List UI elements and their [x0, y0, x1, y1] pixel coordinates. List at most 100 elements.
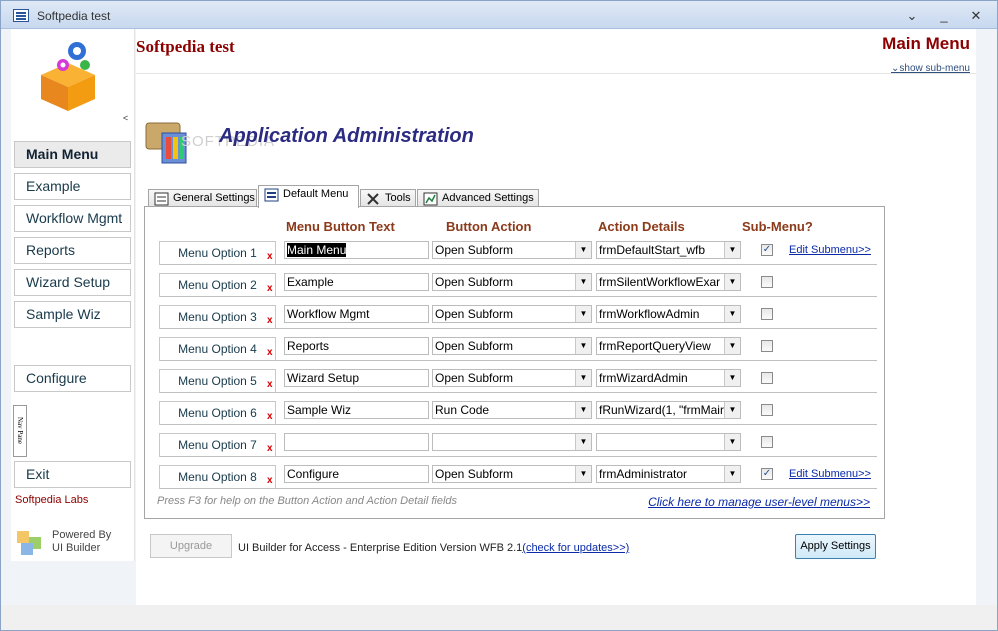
upgrade-button[interactable]: Upgrade [150, 534, 232, 558]
sub-menu-checkbox[interactable]: ✓ [761, 244, 773, 256]
dropdown-arrow-icon[interactable]: ▼ [575, 306, 591, 322]
dropdown-arrow-icon[interactable]: ▼ [575, 402, 591, 418]
action-details-select[interactable]: frmWorkflowAdmin ▼ [596, 305, 741, 323]
dropdown-arrow-icon[interactable]: ▼ [575, 466, 591, 482]
sub-menu-checkbox[interactable] [761, 372, 773, 384]
action-details-select[interactable]: frmSilentWorkflowExar ▼ [596, 273, 741, 291]
dropdown-arrow-icon[interactable]: ▼ [575, 338, 591, 354]
menu-option-2-button[interactable]: Menu Option 2 [159, 273, 276, 297]
apply-settings-button[interactable]: Apply Settings [795, 534, 876, 559]
button-action-select[interactable]: Open Subform ▼ [432, 241, 592, 259]
tab-default-menu[interactable]: Default Menu [258, 185, 359, 208]
button-text-input[interactable]: Wizard Setup [284, 369, 429, 387]
default-menu-panel: Menu Button Text Button Action Action De… [144, 206, 885, 519]
nav-sample-wiz-button[interactable]: Sample Wiz [14, 301, 131, 328]
button-action-select[interactable]: Open Subform ▼ [432, 369, 592, 387]
nav-example-button[interactable]: Example [14, 173, 131, 200]
button-text-input[interactable]: Workflow Mgmt [284, 305, 429, 323]
nav-configure-button[interactable]: Configure [14, 365, 131, 392]
edit-submenu-link[interactable]: Edit Submenu>> [789, 468, 871, 480]
dropdown-arrow-icon[interactable]: ▼ [575, 274, 591, 290]
advanced-chart-icon [423, 192, 438, 206]
delete-icon[interactable]: x [267, 315, 273, 326]
delete-icon[interactable]: x [267, 379, 273, 390]
menu-option-row: Menu Option 8 x Configure Open Subform ▼ … [159, 462, 877, 489]
button-text-input[interactable]: Sample Wiz [284, 401, 429, 419]
nav-workflow-mgmt-button[interactable]: Workflow Mgmt [14, 205, 131, 232]
column-header-action-details: Action Details [598, 219, 685, 234]
dropdown-arrow-icon[interactable]: ▼ [575, 434, 591, 450]
menu-option-4-button[interactable]: Menu Option 4 [159, 337, 276, 361]
delete-icon[interactable]: x [267, 251, 273, 262]
page-title: Main Menu [882, 34, 970, 53]
minimize-icon[interactable]: _ [933, 7, 955, 25]
button-action-select[interactable]: ▼ [432, 433, 592, 451]
dropdown-arrow-icon[interactable]: ▼ [575, 242, 591, 258]
sub-menu-checkbox[interactable] [761, 276, 773, 288]
powered-by-badge[interactable]: Powered By UI Builder [15, 525, 133, 563]
menu-form-icon [264, 188, 279, 202]
button-action-select[interactable]: Open Subform ▼ [432, 465, 592, 483]
button-text-input[interactable]: Configure [284, 465, 429, 483]
delete-icon[interactable]: x [267, 347, 273, 358]
nav-pane-toggle[interactable]: Nav Pane [13, 405, 27, 457]
menu-option-1-button[interactable]: Menu Option 1 [159, 241, 276, 265]
dropdown-arrow-icon[interactable]: ▼ [724, 242, 740, 258]
menu-option-row: Menu Option 4 x Reports Open Subform ▼ fr… [159, 334, 877, 361]
button-action-select[interactable]: Run Code ▼ [432, 401, 592, 419]
column-header-sub-menu: Sub-Menu? [742, 219, 813, 234]
dropdown-arrow-icon[interactable]: ▼ [724, 434, 740, 450]
sub-menu-checkbox[interactable] [761, 436, 773, 448]
nav-main-menu-button[interactable]: Main Menu [14, 141, 131, 168]
dropdown-arrow-icon[interactable]: ▼ [724, 306, 740, 322]
close-icon[interactable]: ✕ [965, 7, 987, 25]
action-details-select[interactable]: frmWizardAdmin ▼ [596, 369, 741, 387]
sub-menu-checkbox[interactable] [761, 308, 773, 320]
menu-option-8-button[interactable]: Menu Option 8 [159, 465, 276, 489]
sub-menu-checkbox[interactable] [761, 404, 773, 416]
labs-label: Softpedia Labs [15, 494, 89, 506]
menu-option-7-button[interactable]: Menu Option 7 [159, 433, 276, 457]
button-action-select[interactable]: Open Subform ▼ [432, 337, 592, 355]
gear-box-logo-icon [41, 42, 95, 111]
nav-reports-button[interactable]: Reports [14, 237, 131, 264]
button-text-input[interactable]: Example [284, 273, 429, 291]
menu-option-5-button[interactable]: Menu Option 5 [159, 369, 276, 393]
check-updates-link[interactable]: (check for updates>>) [522, 542, 629, 554]
dropdown-arrow-icon[interactable]: ▼ [724, 466, 740, 482]
button-text-input[interactable] [284, 433, 429, 451]
manage-user-menus-link[interactable]: Click here to manage user-level menus>> [648, 495, 870, 509]
menu-option-3-button[interactable]: Menu Option 3 [159, 305, 276, 329]
menu-option-row: Menu Option 3 x Workflow Mgmt Open Subfo… [159, 302, 877, 329]
restore-icon[interactable]: ⌄ [901, 7, 923, 25]
button-action-select[interactable]: Open Subform ▼ [432, 305, 592, 323]
delete-icon[interactable]: x [267, 411, 273, 422]
delete-icon[interactable]: x [267, 475, 273, 486]
button-text-input[interactable]: Reports [284, 337, 429, 355]
menu-option-6-button[interactable]: Menu Option 6 [159, 401, 276, 425]
action-details-select[interactable]: ▼ [596, 433, 741, 451]
dropdown-arrow-icon[interactable]: ▼ [724, 338, 740, 354]
delete-icon[interactable]: x [267, 283, 273, 294]
edit-submenu-link[interactable]: Edit Submenu>> [789, 244, 871, 256]
button-text-input[interactable]: Main Menu [284, 241, 429, 259]
action-details-select[interactable]: frmDefaultStart_wfb ▼ [596, 241, 741, 259]
action-details-select[interactable]: frmReportQueryView ▼ [596, 337, 741, 355]
sub-menu-checkbox[interactable] [761, 340, 773, 352]
action-details-select[interactable]: frmAdministrator ▼ [596, 465, 741, 483]
sub-menu-checkbox[interactable]: ✓ [761, 468, 773, 480]
version-text: UI Builder for Access - Enterprise Editi… [238, 542, 523, 554]
nav-wizard-setup-button[interactable]: Wizard Setup [14, 269, 131, 296]
button-action-select[interactable]: Open Subform ▼ [432, 273, 592, 291]
dropdown-arrow-icon[interactable]: ▼ [575, 370, 591, 386]
dropdown-arrow-icon[interactable]: ▼ [724, 402, 740, 418]
nav-exit-button[interactable]: Exit [14, 461, 131, 488]
collapse-arrow-icon[interactable]: < [123, 113, 128, 123]
dropdown-arrow-icon[interactable]: ▼ [724, 274, 740, 290]
header-divider [136, 73, 976, 74]
dropdown-arrow-icon[interactable]: ▼ [724, 370, 740, 386]
action-details-select[interactable]: fRunWizard(1, "frmMair ▼ [596, 401, 741, 419]
version-info: UI Builder for Access - Enterprise Editi… [238, 542, 629, 554]
menu-option-row: Menu Option 5 x Wizard Setup Open Subfor… [159, 366, 877, 393]
delete-icon[interactable]: x [267, 443, 273, 454]
